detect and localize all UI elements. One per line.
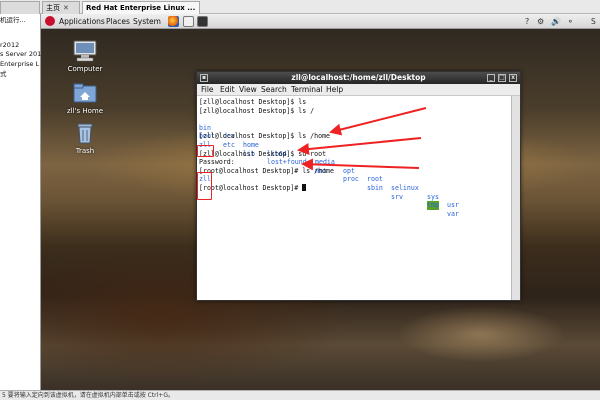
close-icon[interactable]: ✕ [63,4,69,12]
left-panel-line[interactable]: 机运行... [0,16,26,24]
host-tab-bar: 主页✕ Red Hat Enterprise Linux ...✕ [0,0,600,14]
left-panel-line[interactable]: s Server 201 [0,50,41,58]
vm-tab-label: Red Hat Enterprise Linux ... [86,4,196,12]
left-panel-line[interactable]: r2012 [0,41,19,49]
home-tab-label: 主页 [46,4,60,12]
annotation-arrows [297,107,427,171]
host-tab-vm[interactable]: Red Hat Enterprise Linux ...✕ [82,1,200,14]
left-panel-line[interactable]: Enterprise L [0,60,39,68]
host-status-bar: 5 要将输入定向到该虚拟机，请在虚拟机内部单击或按 Ctrl+G。 [0,390,600,400]
left-panel-line[interactable]: 式 [0,70,7,78]
host-tab-truncated[interactable] [0,1,40,14]
close-icon[interactable]: ✕ [198,4,199,12]
guest-desktop[interactable]: Applications Places System ? ⚙ 🔊 ⚬ S Com… [41,14,600,390]
host-library-panel: 机运行... r2012 s Server 201 Enterprise L 式 [0,14,41,400]
host-tab-home[interactable]: 主页 ✕ [42,1,80,14]
